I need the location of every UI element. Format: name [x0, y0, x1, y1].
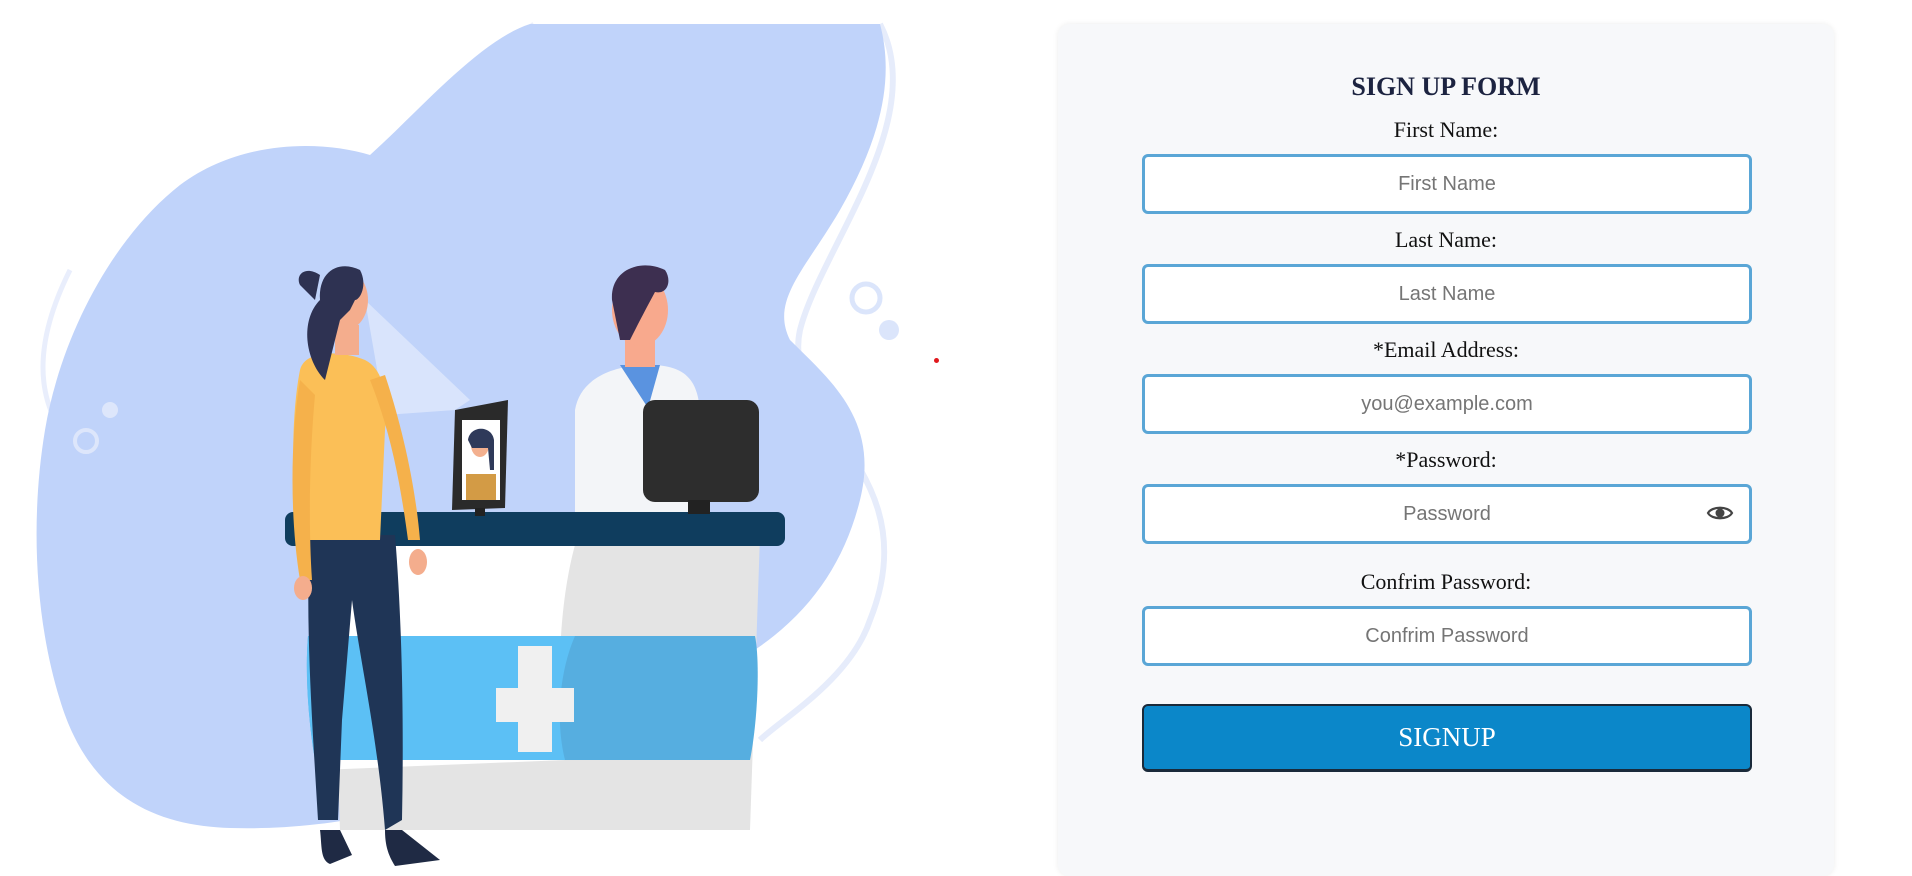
confirm-password-input[interactable] [1142, 606, 1752, 666]
eye-icon[interactable] [1706, 502, 1734, 524]
signup-button[interactable]: SIGNUP [1142, 704, 1752, 772]
signup-form-card: SIGN UP FORM First Name: Last Name: *Ema… [1058, 24, 1834, 876]
first-name-label: First Name: [1393, 117, 1499, 142]
confirm-password-label: Confrim Password: [1360, 569, 1532, 594]
last-name-label: Last Name: [1394, 227, 1498, 252]
pharmacy-counter-illustration [36, 22, 899, 866]
password-input[interactable] [1142, 484, 1752, 544]
password-label: *Password: [1395, 447, 1497, 472]
last-name-input[interactable] [1142, 264, 1752, 324]
email-input[interactable] [1142, 374, 1752, 434]
first-name-input[interactable] [1142, 154, 1752, 214]
red-dot-marker [934, 358, 939, 363]
signup-page: SIGN UP FORM First Name: Last Name: *Ema… [0, 0, 1912, 876]
form-title: SIGN UP FORM [1351, 72, 1541, 101]
email-label: *Email Address: [1372, 337, 1520, 362]
